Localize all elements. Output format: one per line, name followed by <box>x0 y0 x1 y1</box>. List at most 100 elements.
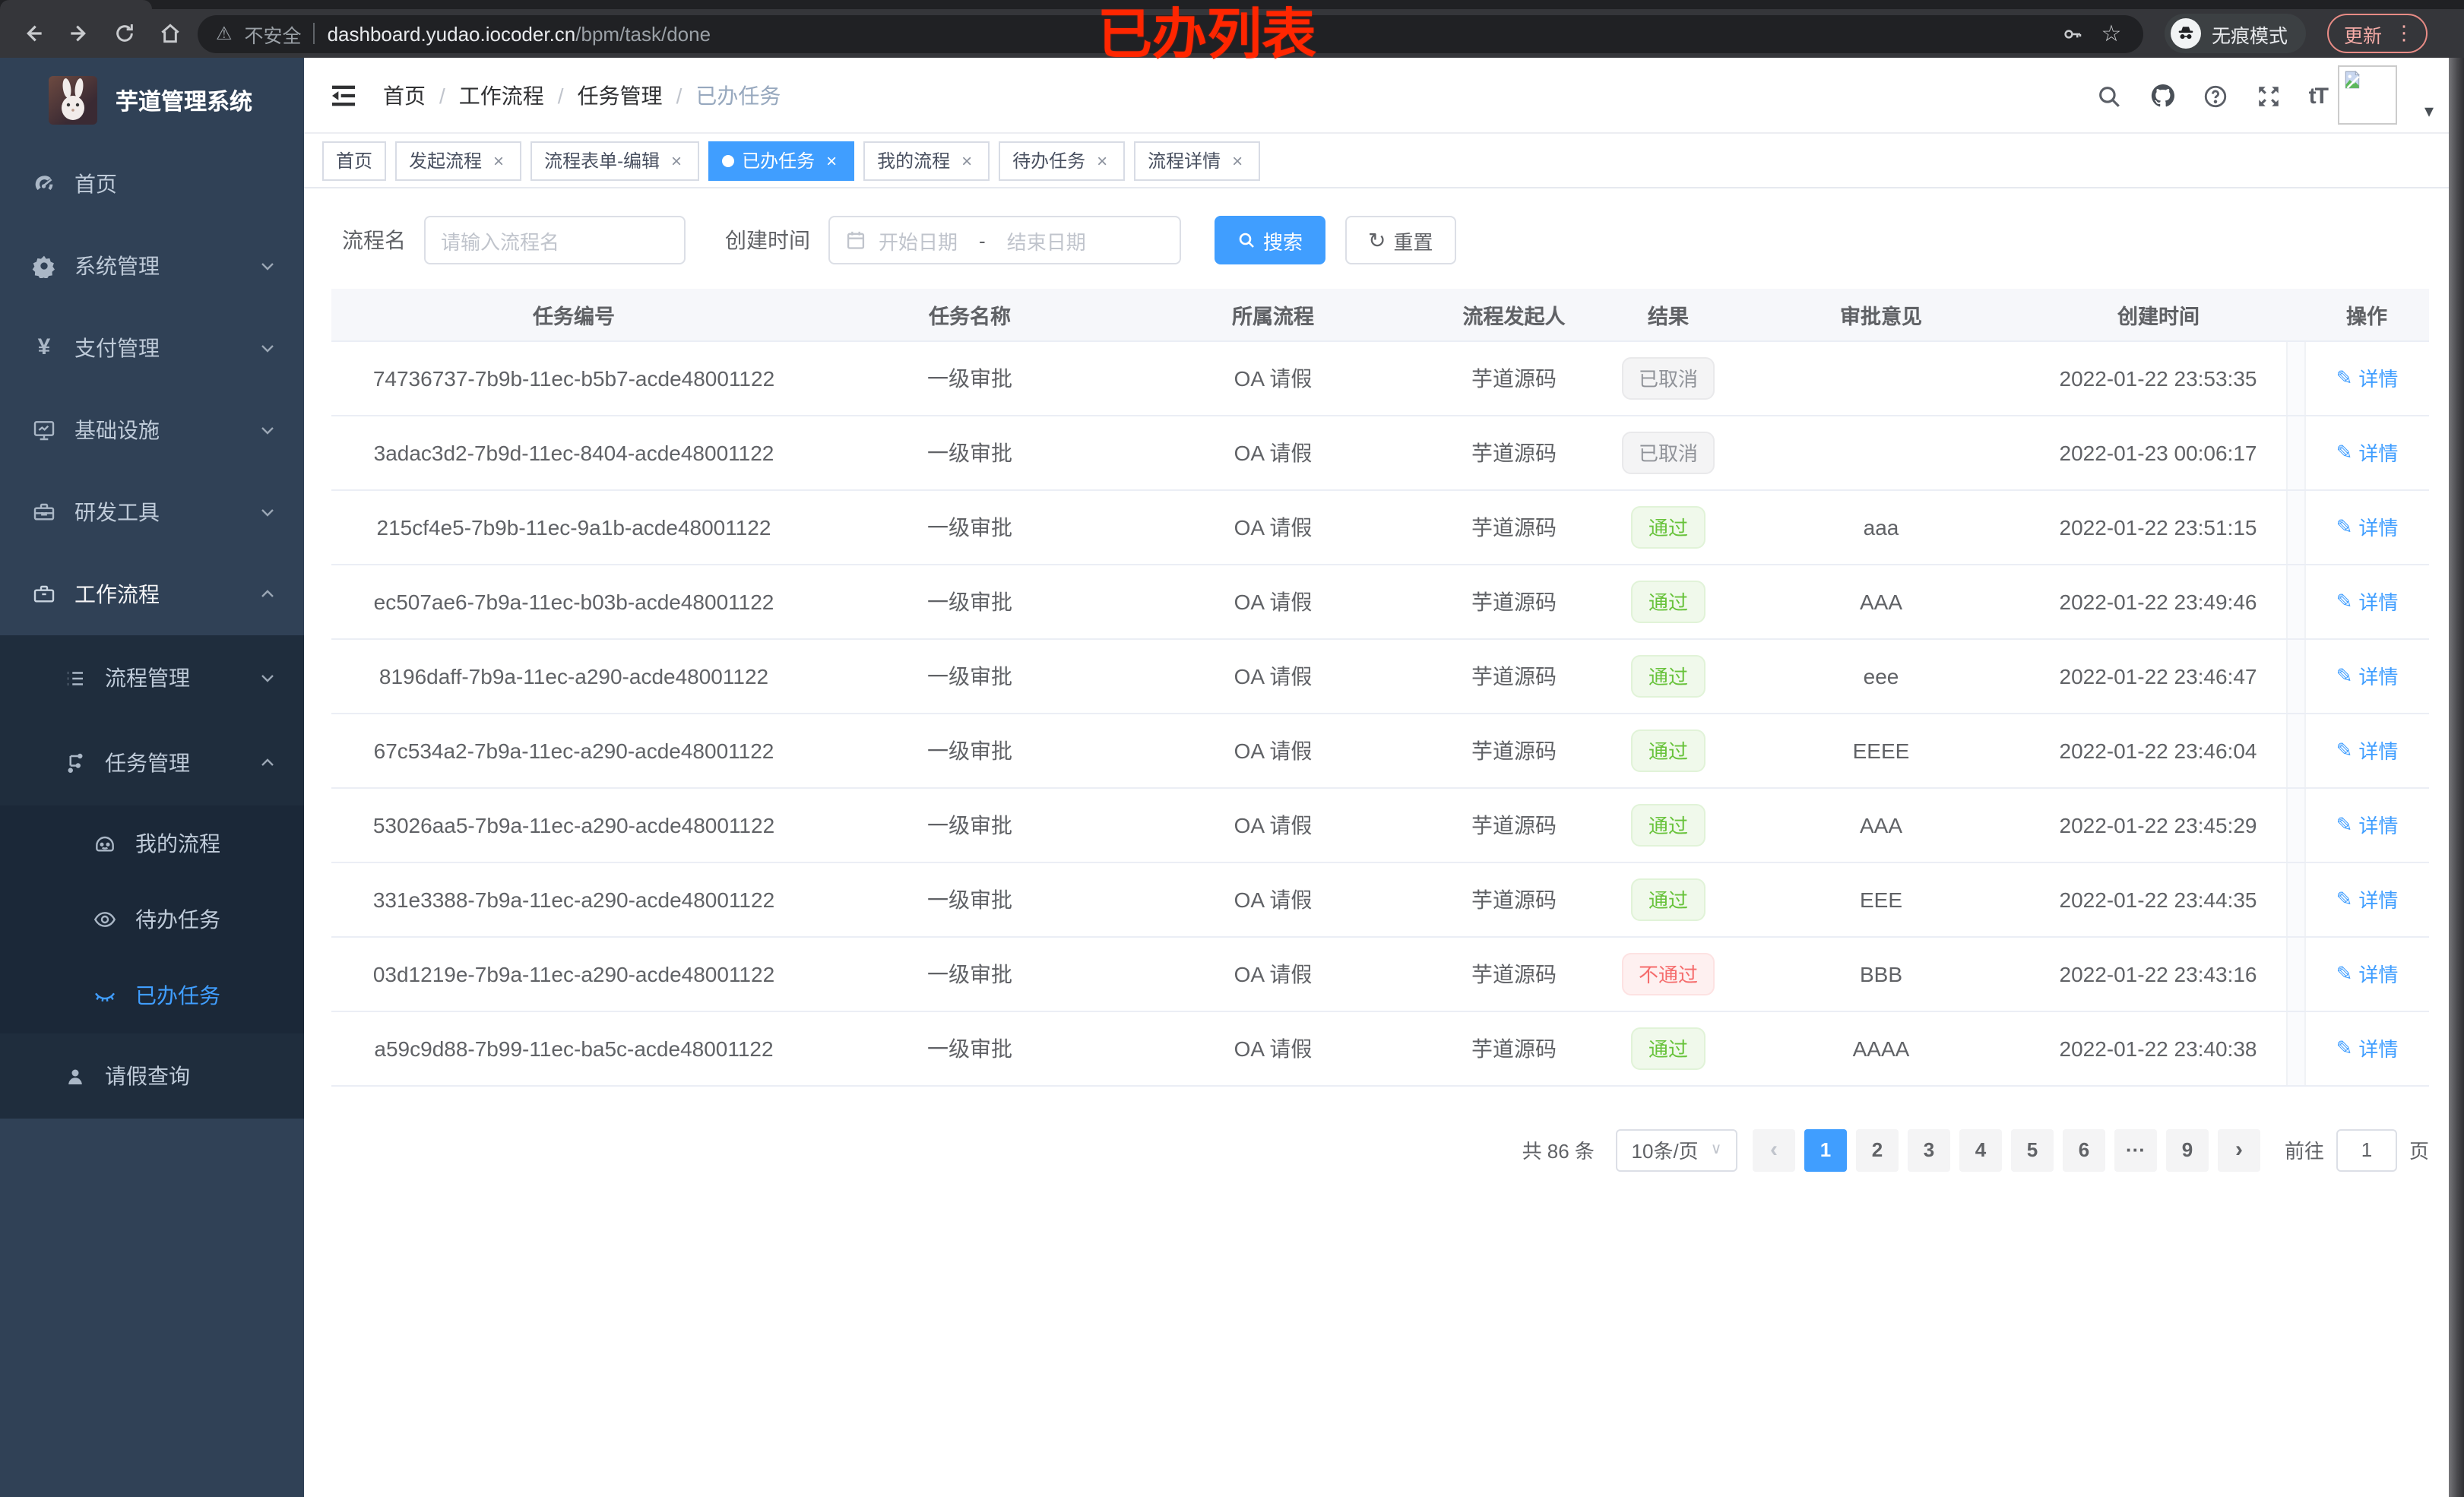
logo[interactable]: 芋道管理系统 <box>0 58 304 143</box>
search-button[interactable]: 搜索 <box>1215 216 1326 264</box>
page-button-5[interactable]: 5 <box>2010 1128 2054 1171</box>
detail-link[interactable]: ✎ 详情 <box>2336 587 2399 616</box>
sidebar-item-infrastructure[interactable]: 基础设施 <box>0 389 304 471</box>
scrollbar[interactable] <box>2449 58 2464 1497</box>
cell-result: 不通过 <box>1605 936 1731 1011</box>
browser-tab[interactable] <box>0 0 152 9</box>
cell-created: 2022-01-23 00:06:17 <box>2031 415 2286 490</box>
sidebar-item-system[interactable]: 系统管理 <box>0 225 304 307</box>
avatar[interactable] <box>2338 65 2397 125</box>
incognito-badge[interactable]: 无痕模式 <box>2165 14 2307 53</box>
browser-update-button[interactable]: 更新 ⋮ <box>2327 14 2428 53</box>
next-page-button[interactable]: › <box>2217 1128 2260 1171</box>
sidebar-item-task-management[interactable]: 任务管理 <box>0 720 304 805</box>
breadcrumb-item[interactable]: 工作流程 <box>459 80 544 110</box>
calendar-icon <box>845 229 866 251</box>
detail-link[interactable]: ✎ 详情 <box>2336 810 2399 839</box>
tab-process-detail[interactable]: 流程详情 × <box>1134 141 1261 180</box>
cell-task-name: 一级审批 <box>816 340 1123 416</box>
sidebar-item-devtools[interactable]: 研发工具 <box>0 471 304 553</box>
cell-task-id: 331e3388-7b9a-11ec-a290-acde48001122 <box>331 862 816 937</box>
cell-process: OA 请假 <box>1123 340 1423 416</box>
page-button-3[interactable]: 3 <box>1907 1128 1950 1171</box>
chevron-down-icon: ∨ <box>1710 1141 1722 1158</box>
cell-process: OA 请假 <box>1123 564 1423 639</box>
tab-todo-tasks[interactable]: 待办任务 × <box>999 141 1126 180</box>
tab-done-tasks[interactable]: 已办任务 × <box>708 141 855 180</box>
sidebar-collapse-icon[interactable] <box>328 80 359 110</box>
table-gutter <box>2285 1011 2305 1086</box>
page-button-2[interactable]: 2 <box>1855 1128 1899 1171</box>
detail-link[interactable]: ✎ 详情 <box>2336 438 2399 467</box>
close-icon[interactable]: × <box>958 150 976 171</box>
sidebar-item-label: 我的流程 <box>135 831 220 856</box>
cell-starter: 芋道源码 <box>1423 340 1605 416</box>
cell-result: 通过 <box>1605 1011 1731 1086</box>
result-badge: 通过 <box>1631 1027 1705 1069</box>
logo-image <box>49 76 97 125</box>
tab-my-process[interactable]: 我的流程 × <box>863 141 990 180</box>
close-icon[interactable]: × <box>489 150 508 171</box>
page-button-last[interactable]: 9 <box>2165 1128 2209 1171</box>
tab-process-form-edit[interactable]: 流程表单-编辑 × <box>530 141 700 180</box>
date-range-input[interactable]: 开始日期 - 结束日期 <box>828 216 1181 264</box>
prev-page-button[interactable]: ‹ <box>1752 1128 1795 1171</box>
font-size-icon[interactable]: tT <box>2309 83 2329 109</box>
sidebar-item-payment[interactable]: ¥ 支付管理 <box>0 307 304 389</box>
browser-menu-icon[interactable]: ⋮ <box>2394 21 2414 46</box>
tab-start-process[interactable]: 发起流程 × <box>395 141 522 180</box>
close-icon[interactable]: × <box>822 150 841 171</box>
page-button-4[interactable]: 4 <box>1959 1128 2002 1171</box>
cell-result: 已取消 <box>1605 340 1731 416</box>
close-icon[interactable]: × <box>1093 150 1111 171</box>
detail-link[interactable]: ✎ 详情 <box>2336 512 2399 541</box>
detail-link[interactable]: ✎ 详情 <box>2336 959 2399 988</box>
detail-link[interactable]: ✎ 详情 <box>2336 363 2399 392</box>
search-icon[interactable] <box>2096 82 2124 109</box>
sidebar-item-leave-query[interactable]: 请假查询 <box>0 1033 304 1119</box>
result-badge: 已取消 <box>1621 431 1715 473</box>
detail-link[interactable]: ✎ 详情 <box>2336 736 2399 764</box>
browser-home-button[interactable] <box>152 15 188 52</box>
detail-link[interactable]: ✎ 详情 <box>2336 885 2399 913</box>
sidebar-item-todo-tasks[interactable]: 待办任务 <box>0 881 304 957</box>
detail-link[interactable]: ✎ 详情 <box>2336 1033 2399 1062</box>
close-icon[interactable]: × <box>1228 150 1246 171</box>
table-gutter <box>2285 638 2305 714</box>
page-size-select[interactable]: 10条/页 ∨ <box>1615 1128 1737 1171</box>
sidebar-item-process-management[interactable]: 流程管理 <box>0 635 304 720</box>
help-icon[interactable] <box>2203 82 2230 109</box>
table-row: 67c534a2-7b9a-11ec-a290-acde48001122 一级审… <box>331 713 2429 788</box>
sidebar-item-my-process[interactable]: 我的流程 <box>0 805 304 881</box>
browser-forward-button[interactable] <box>61 15 97 52</box>
avatar-caret-icon[interactable]: ▾ <box>2424 100 2434 122</box>
breadcrumb-item[interactable]: 任务管理 <box>578 80 663 110</box>
browser-back-button[interactable] <box>15 15 52 52</box>
tab-home[interactable]: 首页 <box>322 141 387 180</box>
bookmark-star-icon[interactable]: ☆ <box>2098 20 2125 47</box>
cell-created: 2022-01-22 23:44:35 <box>2031 862 2286 937</box>
breadcrumb-item[interactable]: 首页 <box>383 80 426 110</box>
cell-starter: 芋道源码 <box>1423 638 1605 714</box>
browser-reload-button[interactable] <box>106 15 143 52</box>
fullscreen-icon[interactable] <box>2256 82 2283 109</box>
github-icon[interactable] <box>2149 82 2177 109</box>
reset-button[interactable]: ↻ 重置 <box>1345 216 1456 264</box>
cell-comment: BBB <box>1731 936 2031 1011</box>
cell-created: 2022-01-22 23:45:29 <box>2031 787 2286 862</box>
sidebar-item-workflow[interactable]: 工作流程 <box>0 553 304 635</box>
page-button-6[interactable]: 6 <box>2062 1128 2105 1171</box>
close-icon[interactable]: × <box>667 150 686 171</box>
page-button-1[interactable]: 1 <box>1804 1128 1847 1171</box>
more-pages-button[interactable]: ··· <box>2114 1128 2157 1171</box>
sidebar-item-home[interactable]: 首页 <box>0 143 304 225</box>
detail-link[interactable]: ✎ 详情 <box>2336 661 2399 690</box>
cell-starter: 芋道源码 <box>1423 713 1605 788</box>
app-title: 芋道管理系统 <box>116 89 253 115</box>
password-key-icon[interactable] <box>2058 20 2086 47</box>
sidebar-item-done-tasks[interactable]: 已办任务 <box>0 957 304 1033</box>
cell-created: 2022-01-22 23:53:35 <box>2031 340 2286 416</box>
process-name-input[interactable]: 请输入流程名 <box>424 216 686 264</box>
cell-comment: AAA <box>1731 787 2031 862</box>
goto-page-input[interactable]: 1 <box>2336 1128 2397 1171</box>
